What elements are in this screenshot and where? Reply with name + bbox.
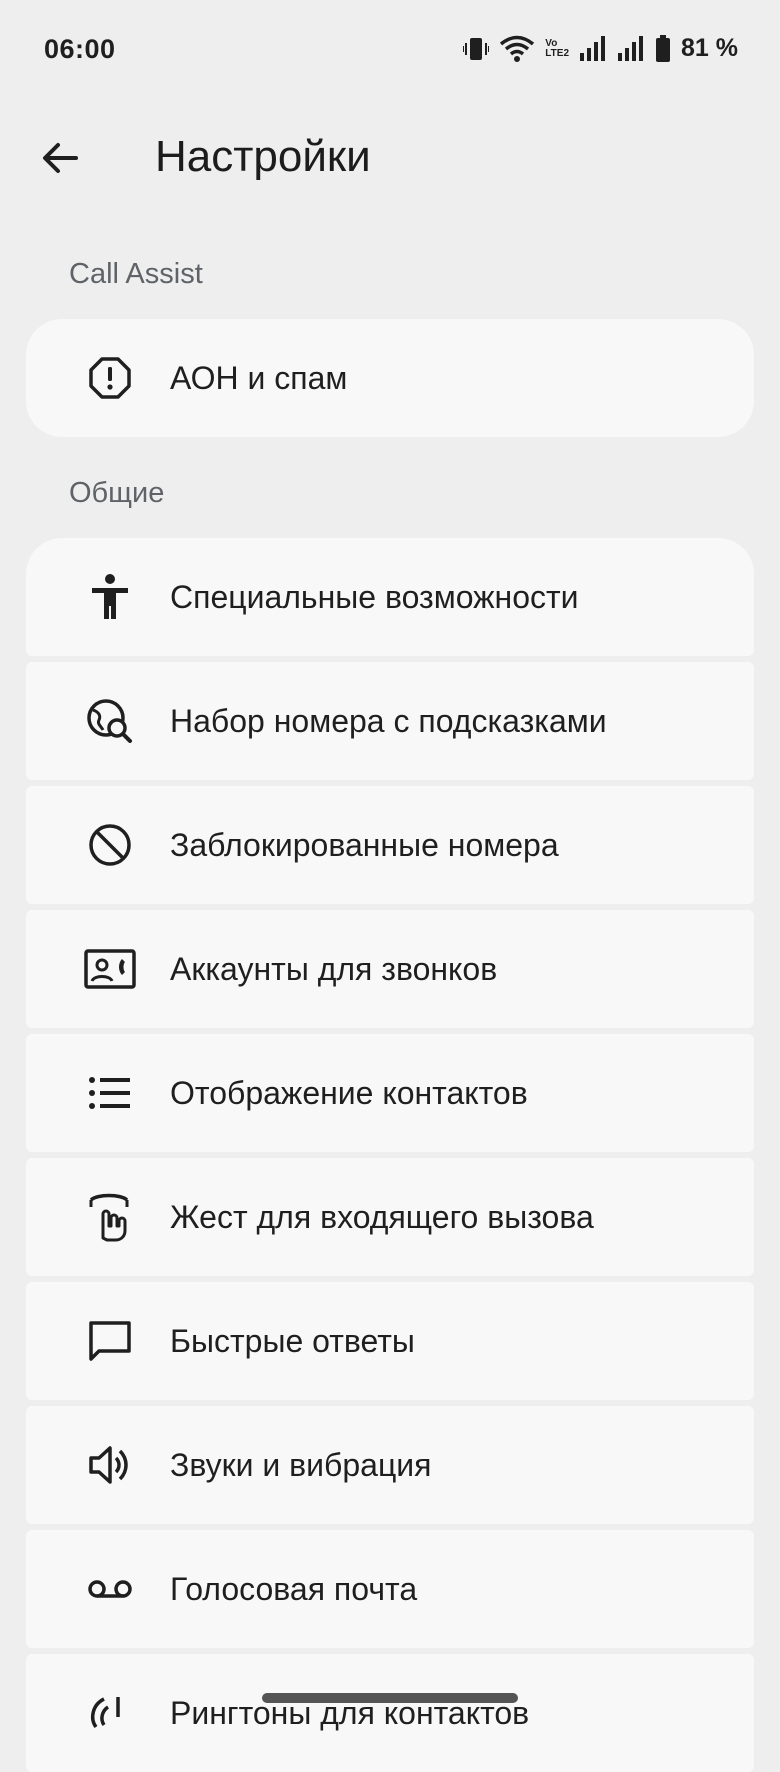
signal-icon-2 [617,35,645,63]
arrow-back-icon [40,138,80,183]
back-button[interactable] [30,130,90,190]
page-title: Настройки [155,132,371,181]
settings-item-accessibility[interactable]: Специальные возможности [26,538,754,656]
assisted-dialing-icon [84,695,136,747]
settings-item-contact-display[interactable]: Отображение контактов [26,1034,754,1152]
settings-item-assisted-dialing[interactable]: Набор номера с подсказками [26,662,754,780]
navigation-gesture-bar[interactable] [262,1693,518,1703]
section-header-general: Общие [69,477,165,509]
status-bar: 06:00 Vo LTE2 81 % [0,0,780,100]
settings-item-blocked-numbers[interactable]: Заблокированные номера [26,786,754,904]
chat-bubble-icon [84,1315,136,1367]
settings-item-label: Отображение контактов [170,1074,528,1111]
settings-item-label: Заблокированные номера [170,826,559,863]
block-icon [84,819,136,871]
caller-id-spam-icon [84,352,136,404]
settings-item-label: Звуки и вибрация [170,1446,432,1483]
voicemail-icon [84,1563,136,1615]
settings-item-label: Быстрые ответы [170,1322,415,1359]
volte-indicator: Vo LTE2 [545,37,570,59]
settings-item-label: Голосовая почта [170,1570,418,1607]
settings-item-incoming-call-gesture[interactable]: Жест для входящего вызова [26,1158,754,1276]
accessibility-icon [84,571,136,623]
settings-item-label: АОН и спам [170,359,348,396]
settings-item-voicemail[interactable]: Голосовая почта [26,1530,754,1648]
battery-icon [655,34,671,63]
settings-item-calling-accounts[interactable]: Аккаунты для звонков [26,910,754,1028]
settings-item-quick-responses[interactable]: Быстрые ответы [26,1282,754,1400]
list-icon [84,1067,136,1119]
app-bar: Настройки [0,110,780,200]
signal-icon [579,35,607,63]
settings-item-label: Аккаунты для звонков [170,950,498,987]
status-time: 06:00 [44,34,116,64]
section-header-call-assist: Call Assist [69,258,203,290]
vibrate-icon [463,35,490,63]
wifi-icon [499,35,535,63]
settings-item-label: Набор номера с подсказками [170,702,607,739]
ringtone-icon [84,1687,136,1739]
settings-item-label: Специальные возможности [170,578,579,615]
settings-item-sounds-vibration[interactable]: Звуки и вибрация [26,1406,754,1524]
settings-item-label: Жест для входящего вызова [170,1198,594,1235]
battery-percent: 81 % [681,34,738,62]
settings-item-caller-id-spam[interactable]: АОН и спам [26,319,754,437]
volume-icon [84,1439,136,1491]
calling-accounts-icon [84,943,136,995]
status-icons: Vo LTE2 81 % [463,34,738,63]
settings-item-contact-ringtones[interactable]: Рингтоны для контактов [26,1654,754,1772]
gesture-icon [84,1191,136,1243]
